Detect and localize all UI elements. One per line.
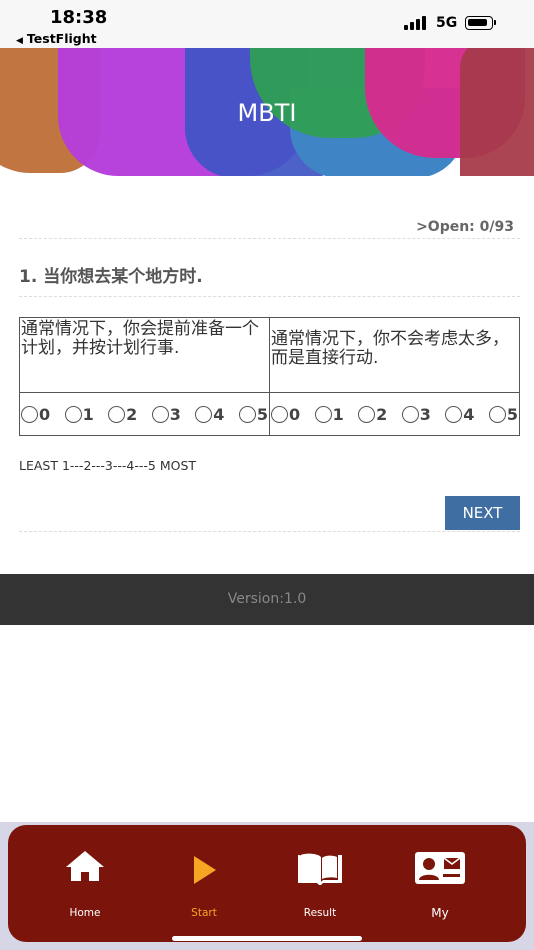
tab-home[interactable]: Home [35,825,135,942]
tab-result[interactable]: Result [270,825,370,942]
book-icon [298,853,342,885]
radio-right-5[interactable]: 5 [488,405,518,424]
option-right-cell: 通常情况下，你不会考虑太多，而是直接行动. [270,318,519,393]
tab-start[interactable]: Start [154,825,254,942]
radio-right-0[interactable]: 0 [271,405,300,424]
contact-card-icon [415,852,465,884]
radio-left-1[interactable]: 1 [64,405,94,424]
bottom-tab-bar: Home Start Result My [8,825,526,942]
back-to-testflight[interactable]: ◀ TestFlight [16,31,97,46]
network-type: 5G [436,15,458,31]
signal-icon [404,16,428,30]
tab-my[interactable]: My [390,825,490,942]
tab-home-label: Home [69,907,101,919]
radio-group-right: 0 1 2 3 4 5 [270,393,519,435]
divider [19,238,520,239]
back-label: TestFlight [26,31,97,46]
divider [19,296,520,297]
option-right-text: 通常情况下，你不会考虑太多，而是直接行动. [271,329,509,368]
radio-right-2[interactable]: 2 [358,405,387,424]
radio-right-4[interactable]: 4 [445,405,474,424]
version-footer: Version:1.0 [0,574,534,625]
status-bar: 18:38 ◀ TestFlight 5G [0,0,534,48]
radio-left-0[interactable]: 0 [21,405,50,424]
open-counter: >Open: 0/93 [416,219,514,235]
tab-start-label: Start [191,907,217,919]
status-time: 18:38 [50,7,108,28]
radio-left-5[interactable]: 5 [238,405,268,424]
header-banner: MBTI [0,48,534,176]
radio-left-4[interactable]: 4 [195,405,224,424]
divider [19,531,520,532]
tab-my-label: My [431,906,449,920]
home-indicator[interactable] [172,936,362,941]
back-arrow-icon: ◀ [16,36,23,46]
option-left-text: 通常情况下，你会提前准备一个计划，并按计划行事. [21,319,259,358]
question-text: 1. 当你想去某个地方时. [19,267,203,287]
options-table: 通常情况下，你会提前准备一个计划，并按计划行事. 通常情况下，你不会考虑太多，而… [19,317,520,436]
play-icon [194,856,216,884]
radio-group-left: 0 1 2 3 4 5 [20,393,270,435]
radio-right-3[interactable]: 3 [401,405,431,424]
option-left-cell: 通常情况下，你会提前准备一个计划，并按计划行事. [20,318,270,393]
battery-icon [465,16,496,30]
radio-left-3[interactable]: 3 [151,405,181,424]
scale-legend: LEAST 1---2---3---4---5 MOST [19,458,197,473]
radio-right-1[interactable]: 1 [314,405,344,424]
home-icon [66,851,104,881]
tab-result-label: Result [303,907,337,919]
next-button[interactable]: NEXT [445,496,520,530]
radio-left-2[interactable]: 2 [108,405,137,424]
page-title: MBTI [237,99,297,127]
